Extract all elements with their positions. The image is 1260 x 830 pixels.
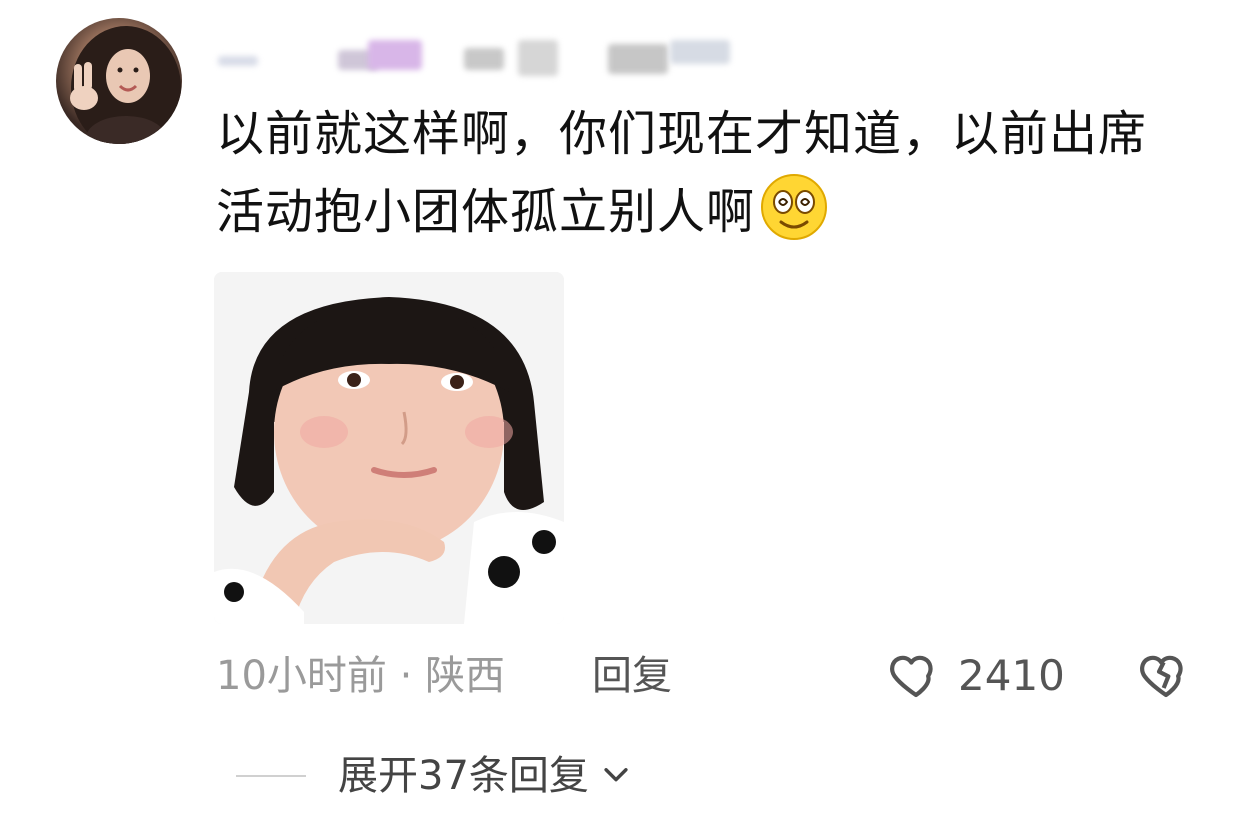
chevron-down-icon[interactable] (599, 757, 633, 795)
like-button[interactable]: 2410 (888, 648, 1065, 704)
comment-time: 10小时前 (216, 653, 387, 699)
comment-text: 以前就这样啊，你们现在才知道，以前出席 活动抱小团体孤立别人啊 (216, 96, 1226, 264)
comment-text-line-2: 活动抱小团体孤立别人啊 (216, 172, 1226, 264)
comment-location: 陕西 (425, 653, 506, 699)
dislike-button[interactable] (1138, 648, 1194, 704)
comment-text-line-2-text: 活动抱小团体孤立别人啊 (216, 184, 756, 240)
comment-meta-row: 10小时前 · 陕西 回复 2410 (216, 648, 1216, 704)
dizzy-eyes-emoji-icon (759, 172, 829, 264)
comment-text-line-1: 以前就这样啊，你们现在才知道，以前出席 (216, 106, 1148, 162)
heart-outline-icon (888, 646, 944, 706)
like-count: 2410 (958, 651, 1065, 700)
time-location: 10小时前 · 陕西 (216, 648, 505, 704)
expand-replies[interactable]: 展开37条回复 (236, 748, 633, 804)
username-blurred[interactable] (218, 34, 738, 80)
user-avatar[interactable] (56, 18, 182, 144)
broken-heart-icon (1138, 646, 1194, 706)
meta-separator: · (399, 653, 413, 699)
expand-divider-line (236, 775, 306, 777)
reply-button[interactable]: 回复 (592, 648, 672, 704)
expand-replies-label[interactable]: 展开37条回复 (338, 748, 589, 804)
photo-watermark: 豆包AI生成 (499, 600, 554, 613)
comment-photo[interactable]: 豆包AI生成 (214, 272, 564, 624)
comment-card: 以前就这样啊，你们现在才知道，以前出席 活动抱小团体孤立别人啊 豆包AI生成 1… (0, 0, 1260, 830)
